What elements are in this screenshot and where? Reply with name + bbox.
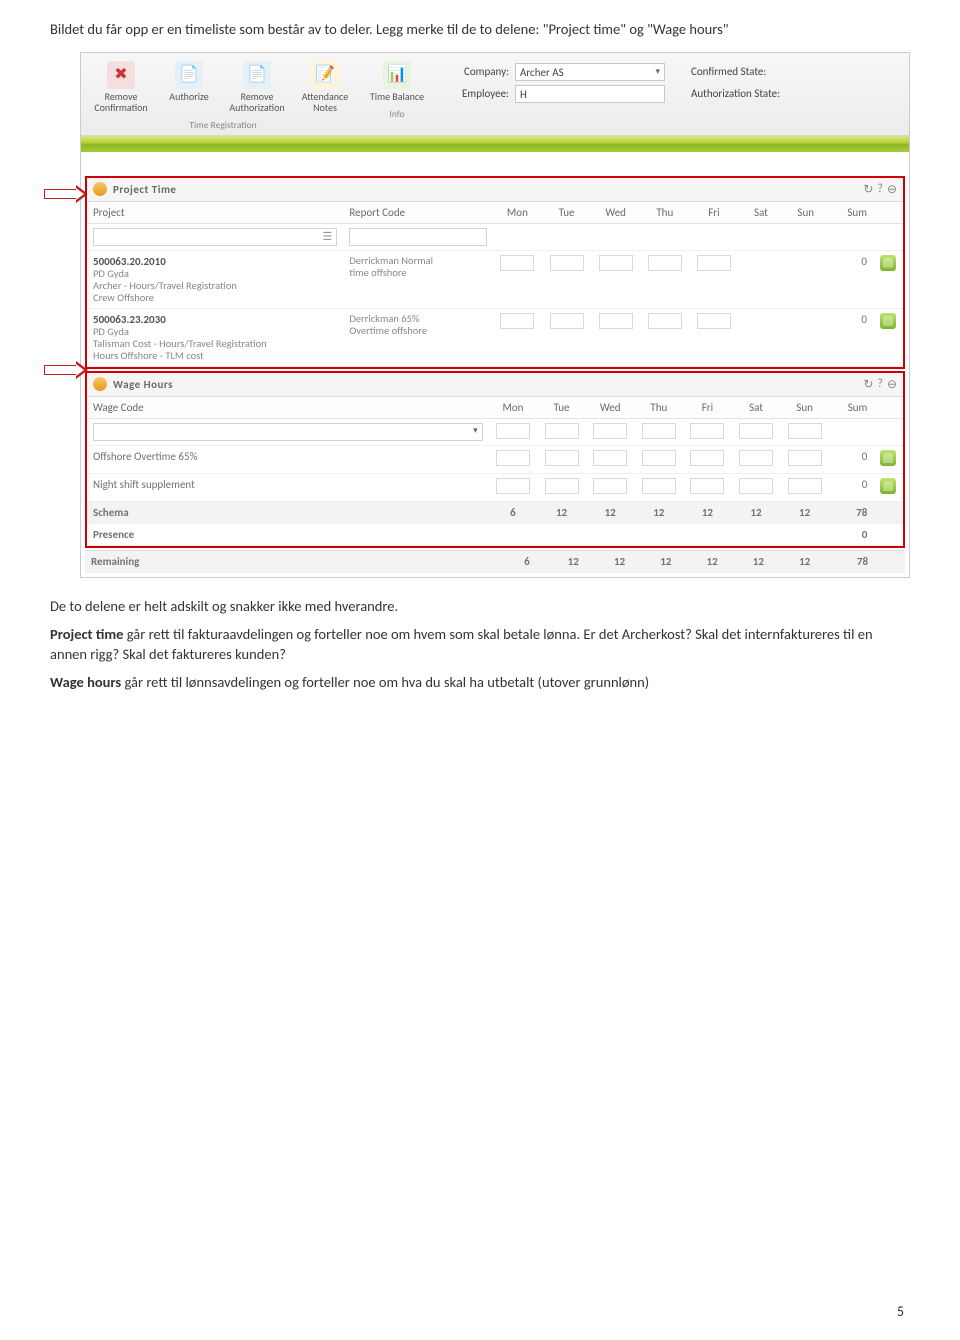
notes-icon: 📝 [311,61,339,89]
arrow-wage-hours [44,362,88,378]
wage-code-select[interactable] [93,423,483,441]
remove-auth-icon: 📄 [243,61,271,89]
col-report-code: Report Code [343,202,493,224]
day-cell[interactable] [550,255,584,271]
col-sum: Sum [828,202,873,224]
day-cell[interactable] [545,450,579,466]
magnifier-icon [93,377,107,391]
wage-row: Night shift supplement 0 [87,473,903,501]
day-cell[interactable] [739,423,773,439]
day-cell[interactable] [739,450,773,466]
employee-label: Employee: [441,87,509,100]
day-cell[interactable] [593,478,627,494]
screenshot-container: ✖ Remove Confirmation 📄 Authorize 📄 Remo… [50,52,910,578]
authorization-state-label: Authorization State: [691,87,780,100]
project-time-section: Project Time ↻ ? ⊖ Project Report Code M… [85,176,905,369]
day-cell[interactable] [500,313,534,329]
intro-text: Bildet du får opp er en timeliste som be… [50,20,910,40]
day-cell[interactable] [690,478,724,494]
day-cell[interactable] [496,450,530,466]
project-input[interactable]: ☰ [93,228,337,246]
day-cell[interactable] [788,478,822,494]
schema-row: Schema 6 12 12 12 12 12 12 78 [87,501,903,523]
remove-confirm-icon: ✖ [107,61,135,89]
header-form: Company: Archer AS Confirmed State: Empl… [433,59,905,107]
day-cell[interactable] [550,313,584,329]
refresh-icon[interactable]: ↻ [863,377,873,392]
day-cell[interactable] [545,478,579,494]
delete-row-icon[interactable] [880,450,896,466]
col-wage-code: Wage Code [87,397,489,419]
help-icon[interactable]: ? [877,377,883,391]
toolbar: ✖ Remove Confirmation 📄 Authorize 📄 Remo… [81,53,909,136]
presence-row: Presence 0 [87,523,903,545]
day-cell[interactable] [500,255,534,271]
day-cell[interactable] [788,450,822,466]
day-cell[interactable] [648,313,682,329]
project-row: 500063.23.2030 PD Gyda Talisman Cost - H… [87,308,903,366]
collapse-icon[interactable]: ⊖ [887,182,897,197]
day-cell[interactable] [642,423,676,439]
group-info: Info [389,108,404,120]
remaining-row: Remaining 6 12 12 12 12 12 12 78 [85,550,905,572]
wage-hours-title: Wage Hours [113,378,173,391]
company-label: Company: [441,65,509,78]
day-cell[interactable] [593,450,627,466]
intro-line: Bildet du får opp er en timeliste som be… [50,20,910,40]
refresh-icon[interactable]: ↻ [863,182,873,197]
help-icon[interactable]: ? [877,182,883,196]
day-cell[interactable] [496,423,530,439]
project-time-title: Project Time [113,183,176,196]
page-number: 5 [897,1303,904,1320]
collapse-icon[interactable]: ⊖ [887,377,897,392]
day-cell[interactable] [545,423,579,439]
remaining-grid: Remaining 6 12 12 12 12 12 12 78 [85,550,905,573]
magnifier-icon [93,182,107,196]
delete-row-icon[interactable] [880,255,896,271]
day-cell[interactable] [496,478,530,494]
project-row: 500063.20.2010 PD Gyda Archer - Hours/Tr… [87,250,903,308]
delete-row-icon[interactable] [880,313,896,329]
report-code-input[interactable] [349,228,487,246]
day-cell[interactable] [788,423,822,439]
employee-input[interactable]: H [515,85,665,103]
group-time-registration: Time Registration [189,119,256,131]
remove-confirmation-button[interactable]: ✖ Remove Confirmation [89,59,153,117]
col-project: Project [87,202,343,224]
day-cell[interactable] [697,313,731,329]
decorative-green-bar [81,136,909,152]
day-cell[interactable] [697,255,731,271]
wage-hours-section: Wage Hours ↻ ? ⊖ Wage Code Mon Tue Wed T… [85,371,905,548]
authorize-icon: 📄 [175,61,203,89]
day-cell[interactable] [642,450,676,466]
project-time-grid: Project Report Code Mon Tue Wed Thu Fri … [87,202,903,367]
day-cell[interactable] [690,450,724,466]
delete-row-icon[interactable] [880,478,896,494]
app-window: ✖ Remove Confirmation 📄 Authorize 📄 Remo… [80,52,910,578]
body-p1: De to delene er helt adskilt og snakker … [50,596,910,616]
body-p2: Project time går rett til fakturaavdelin… [50,624,910,664]
remove-authorization-button[interactable]: 📄 Remove Authorization [225,59,289,117]
day-cell[interactable] [599,255,633,271]
arrow-project-time [44,186,88,202]
time-balance-button[interactable]: 📊 Time Balance [365,59,429,106]
wage-hours-grid: Wage Code Mon Tue Wed Thu Fri Sat Sun Su… [87,397,903,546]
time-balance-icon: 📊 [383,61,411,89]
day-cell[interactable] [599,313,633,329]
day-cell[interactable] [642,478,676,494]
day-cell[interactable] [648,255,682,271]
body-p3: Wage hours går rett til lønnsavdelingen … [50,672,910,692]
day-cell[interactable] [690,423,724,439]
wage-row: Offshore Overtime 65% 0 [87,445,903,473]
company-dropdown[interactable]: Archer AS [515,63,665,81]
attendance-notes-button[interactable]: 📝 Attendance Notes [293,59,357,117]
confirmed-state-label: Confirmed State: [691,65,766,78]
day-cell[interactable] [739,478,773,494]
day-cell[interactable] [593,423,627,439]
authorize-button[interactable]: 📄 Authorize [157,59,221,117]
body-text: De to delene er helt adskilt og snakker … [50,596,910,692]
